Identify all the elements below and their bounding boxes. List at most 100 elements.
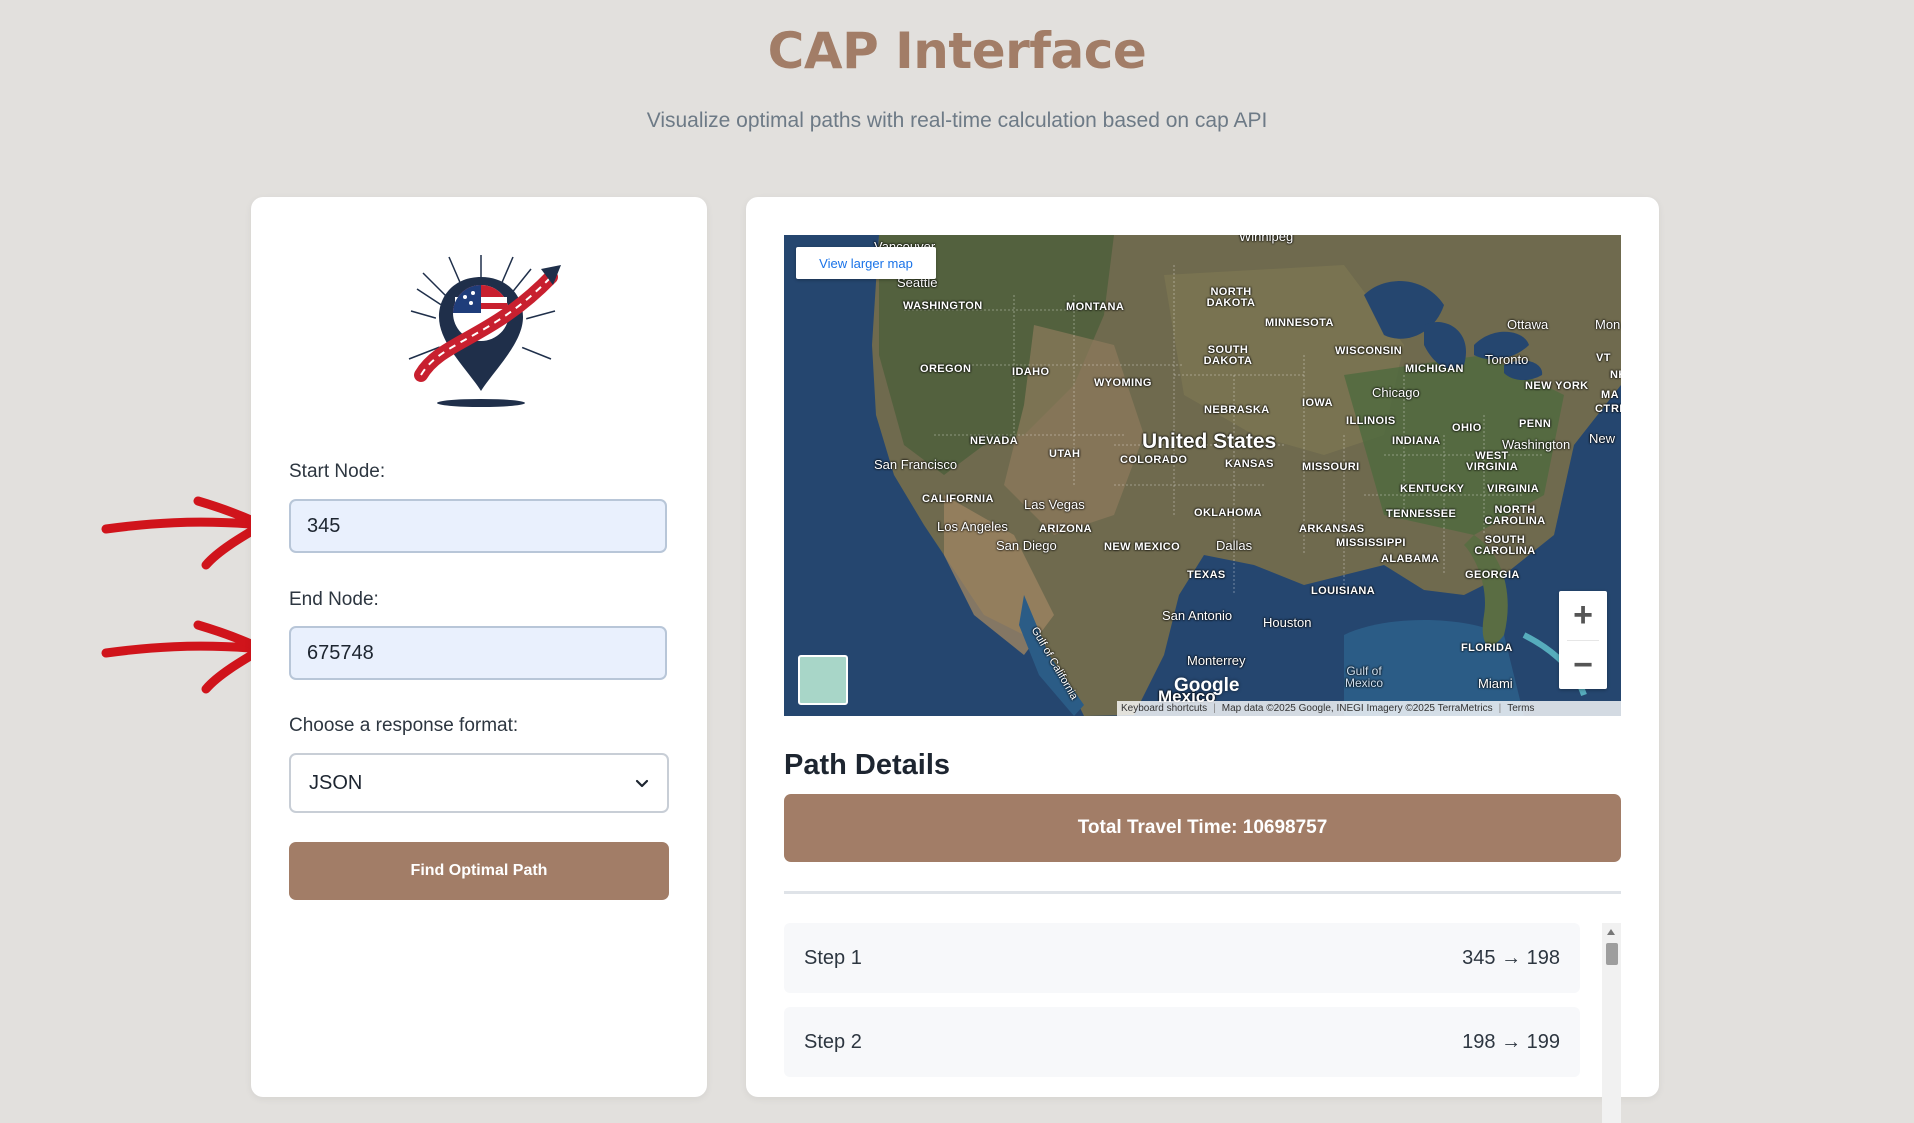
- map-view[interactable]: Winnipeg Vancouver Seattle WASHINGTON MO…: [784, 235, 1621, 716]
- map-label: Toronto: [1485, 352, 1529, 367]
- steps-list[interactable]: Step 1 345 → 198 Step 2 198 → 199: [784, 923, 1621, 1123]
- map-layer-toggle[interactable]: [798, 655, 848, 705]
- map-label: Los Angeles: [937, 519, 1008, 534]
- map-label: KANSAS: [1225, 458, 1274, 470]
- map-label: LOUISIANA: [1311, 585, 1376, 597]
- path-details-title: Path Details: [784, 749, 950, 781]
- map-label: NEW YORK: [1525, 380, 1589, 392]
- total-travel-time: Total Travel Time: 10698757: [784, 794, 1621, 862]
- list-item: Step 2 198 → 199: [784, 1007, 1580, 1077]
- map-label: Monterrey: [1187, 653, 1246, 668]
- response-format-select[interactable]: JSON: [289, 753, 669, 813]
- map-label: NEW MEXICO: [1104, 541, 1181, 553]
- map-label: NEVADA: [970, 435, 1019, 447]
- map-label: MISSOURI: [1302, 461, 1360, 473]
- map-label: Winnipeg: [1239, 235, 1294, 244]
- separator: |: [1213, 703, 1216, 714]
- map-label: WYOMING: [1094, 377, 1152, 389]
- response-format-value: JSON: [309, 771, 363, 794]
- map-attribution-bar: Keyboard shortcuts | Map data ©2025 Goog…: [1117, 701, 1621, 716]
- map-label: MA: [1601, 389, 1619, 401]
- map-label: San Antonio: [1162, 608, 1233, 623]
- map-label: ALABAMA: [1381, 553, 1440, 565]
- map-label: Gulf of Mexico: [1344, 664, 1383, 690]
- step-label: Step 2: [804, 1030, 862, 1053]
- map-label: ARIZONA: [1039, 523, 1092, 535]
- map-label: RI: [1611, 403, 1621, 415]
- start-node-label: Start Node:: [289, 461, 386, 482]
- annotation-arrow-icon: [101, 620, 267, 694]
- map-label: New: [1589, 431, 1616, 446]
- map-label: OKLAHOMA: [1194, 507, 1262, 519]
- map-label: San Diego: [996, 538, 1057, 553]
- map-label: Las Vegas: [1024, 497, 1085, 512]
- chevron-down-icon: [635, 779, 649, 788]
- map-label: TEXAS: [1187, 569, 1226, 581]
- google-logo: Google: [1174, 675, 1240, 696]
- map-label: MINNESOTA: [1265, 317, 1334, 329]
- map-label: WEST VIRGINIA: [1465, 450, 1519, 473]
- map-zoom-control: + −: [1559, 591, 1607, 689]
- zoom-in-button[interactable]: +: [1559, 591, 1607, 640]
- view-larger-map-link[interactable]: View larger map: [796, 247, 936, 279]
- map-label: San Francisco: [874, 457, 958, 472]
- map-label: UTAH: [1049, 448, 1081, 460]
- map-label: KENTUCKY: [1400, 483, 1465, 495]
- map-label: Ottawa: [1507, 317, 1549, 332]
- map-label: GEORGIA: [1465, 569, 1520, 581]
- map-label: ILLINOIS: [1346, 415, 1396, 427]
- map-label: SOUTH CAROLINA: [1474, 534, 1536, 557]
- map-label: MONTANA: [1066, 301, 1125, 313]
- map-label: VT: [1596, 352, 1611, 364]
- map-label: SOUTH DAKOTA: [1203, 344, 1253, 367]
- map-label: United States: [1142, 430, 1277, 453]
- step-route: 198 → 199: [1462, 1030, 1560, 1053]
- find-optimal-path-button[interactable]: Find Optimal Path: [289, 842, 669, 900]
- page-title: CAP Interface: [767, 22, 1147, 80]
- divider: [784, 891, 1621, 894]
- map-label: IOWA: [1302, 397, 1333, 409]
- end-node-input[interactable]: [289, 626, 667, 680]
- query-form-card: Start Node: End Node: Choose a response …: [251, 197, 707, 1097]
- zoom-out-button[interactable]: −: [1559, 641, 1607, 690]
- page-subtitle: Visualize optimal paths with real-time c…: [646, 109, 1268, 132]
- map-label: INDIANA: [1392, 435, 1441, 447]
- list-item: Step 1 345 → 198: [784, 923, 1580, 993]
- steps-scrollbar[interactable]: [1602, 923, 1621, 1123]
- scroll-up-icon[interactable]: [1607, 929, 1615, 935]
- separator: |: [1498, 703, 1502, 714]
- map-label: Chicago: [1372, 385, 1420, 400]
- map-label: Mon: [1595, 317, 1621, 332]
- map-label: NORTH DAKOTA: [1206, 286, 1256, 309]
- map-label: Miami: [1478, 676, 1513, 691]
- map-label: COLORADO: [1120, 454, 1188, 466]
- start-node-input[interactable]: [289, 499, 667, 553]
- map-label: WASHINGTON: [903, 300, 983, 312]
- step-label: Step 1: [804, 946, 862, 969]
- map-label: Washington: [1502, 437, 1571, 452]
- map-label: Houston: [1263, 615, 1312, 630]
- map-label: TENNESSEE: [1386, 508, 1457, 520]
- annotation-arrow-icon: [101, 496, 267, 570]
- map-label: OHIO: [1452, 422, 1482, 434]
- map-label: MISSISSIPPI: [1336, 537, 1406, 549]
- map-label: PENN: [1519, 418, 1552, 430]
- map-label: MICHIGAN: [1405, 363, 1464, 375]
- map-label: NORTH CAROLINA: [1484, 504, 1546, 527]
- map-label: CALIFORNIA: [922, 493, 994, 505]
- keyboard-shortcuts-link[interactable]: Keyboard shortcuts: [1121, 703, 1207, 714]
- scroll-thumb[interactable]: [1606, 943, 1618, 965]
- map-attribution: Map data ©2025 Google, INEGI Imagery ©20…: [1221, 703, 1493, 714]
- map-label: NH: [1610, 369, 1621, 381]
- terms-link[interactable]: Terms: [1507, 703, 1534, 714]
- map-label: NEBRASKA: [1204, 404, 1270, 416]
- map-label: CT: [1595, 403, 1611, 415]
- map-label: IDAHO: [1012, 366, 1050, 378]
- map-label: ARKANSAS: [1299, 523, 1365, 535]
- response-format-label: Choose a response format:: [289, 715, 519, 736]
- end-node-label: End Node:: [289, 589, 379, 610]
- map-label: WISCONSIN: [1335, 345, 1403, 357]
- map-label: FLORIDA: [1461, 642, 1513, 654]
- map-label: OREGON: [920, 363, 972, 375]
- map-label: Dallas: [1216, 538, 1253, 553]
